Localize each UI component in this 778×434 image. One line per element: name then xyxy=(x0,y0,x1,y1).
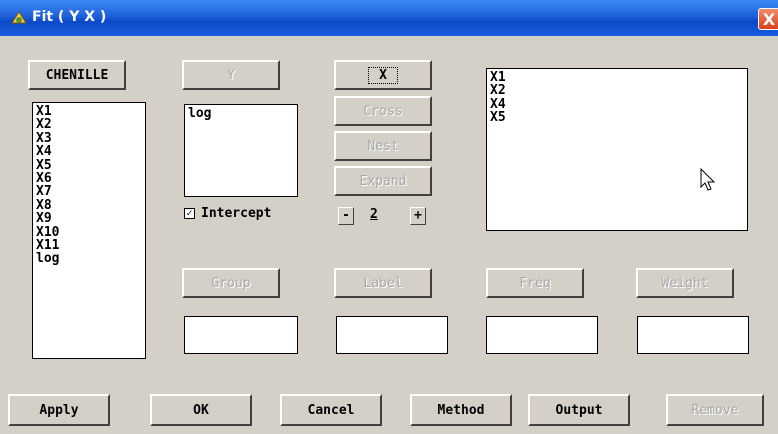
sas-app-icon xyxy=(11,11,27,24)
freq-button[interactable]: Freq xyxy=(486,268,584,298)
list-item[interactable]: X1 xyxy=(36,105,142,119)
ok-button-label: OK xyxy=(193,402,209,418)
list-item[interactable]: X3 xyxy=(36,131,142,145)
variables-list[interactable]: X1 X2 X3 X4 X5 X6 X7 X8 X9 X10 X11 log xyxy=(32,102,146,359)
y-variables-list[interactable]: log xyxy=(184,104,298,197)
list-item[interactable]: X8 xyxy=(36,198,142,212)
output-button[interactable]: Output xyxy=(528,394,630,426)
apply-button-label: Apply xyxy=(39,402,79,418)
list-item[interactable]: X6 xyxy=(36,172,142,186)
list-item[interactable]: X2 xyxy=(36,118,142,132)
intercept-label: Intercept xyxy=(201,206,272,221)
y-button-label: Y xyxy=(227,67,235,83)
intercept-checkbox-row[interactable]: ✓ Intercept xyxy=(184,206,271,221)
close-icon[interactable]: X xyxy=(758,8,778,30)
remove-button[interactable]: Remove xyxy=(666,394,764,426)
list-item[interactable]: log xyxy=(36,252,142,266)
nest-button[interactable]: Nest xyxy=(334,131,432,161)
method-button-label: Method xyxy=(437,402,485,418)
label-button[interactable]: Label xyxy=(334,268,432,298)
fit-dialog: Fit ( Y X ) X CHENILLE X1 X2 X3 X4 X5 X6… xyxy=(0,0,778,434)
list-item[interactable]: X2 xyxy=(490,84,744,98)
x-variables-list[interactable]: X1 X2 X4 X5 xyxy=(486,68,748,231)
weight-field[interactable] xyxy=(637,316,749,354)
weight-button-label: Weight xyxy=(661,275,709,291)
output-button-label: Output xyxy=(555,402,603,418)
nest-button-label: Nest xyxy=(367,138,399,154)
dataset-button[interactable]: CHENILLE xyxy=(28,60,126,90)
title-bar[interactable]: Fit ( Y X ) X xyxy=(0,0,778,36)
cancel-button[interactable]: Cancel xyxy=(280,394,382,426)
remove-button-label: Remove xyxy=(691,402,739,418)
list-item[interactable]: X9 xyxy=(36,212,142,226)
degree-value: 2 xyxy=(370,207,378,222)
group-button-label: Group xyxy=(211,275,251,291)
cross-button[interactable]: Cross xyxy=(334,96,432,126)
list-item[interactable]: log xyxy=(188,107,294,121)
list-item[interactable]: X1 xyxy=(490,71,744,85)
list-item[interactable]: X7 xyxy=(36,185,142,199)
weight-button[interactable]: Weight xyxy=(636,268,734,298)
ok-button[interactable]: OK xyxy=(150,394,252,426)
expand-button-label: Expand xyxy=(359,173,407,189)
y-button[interactable]: Y xyxy=(182,60,280,90)
list-item[interactable]: X10 xyxy=(36,225,142,239)
x-button-label: X xyxy=(368,66,398,84)
list-item[interactable]: X11 xyxy=(36,239,142,253)
list-item[interactable]: X5 xyxy=(490,111,744,125)
label-field[interactable] xyxy=(336,316,448,354)
dataset-button-label: CHENILLE xyxy=(45,67,109,83)
freq-button-label: Freq xyxy=(519,275,551,291)
degree-increase-button[interactable]: + xyxy=(410,207,426,225)
window-title: Fit ( Y X ) xyxy=(32,9,107,25)
list-item[interactable]: X4 xyxy=(36,145,142,159)
freq-field[interactable] xyxy=(486,316,598,354)
label-button-label: Label xyxy=(363,275,403,291)
group-field[interactable] xyxy=(184,316,298,354)
cross-button-label: Cross xyxy=(363,103,403,119)
method-button[interactable]: Method xyxy=(410,394,512,426)
x-button[interactable]: X xyxy=(334,60,432,90)
group-button[interactable]: Group xyxy=(182,268,280,298)
mouse-cursor-icon xyxy=(700,168,716,191)
degree-decrease-button[interactable]: - xyxy=(338,207,354,225)
intercept-checkbox[interactable]: ✓ xyxy=(184,208,195,219)
apply-button[interactable]: Apply xyxy=(8,394,110,426)
cancel-button-label: Cancel xyxy=(307,402,355,418)
expand-button[interactable]: Expand xyxy=(334,166,432,196)
list-item[interactable]: X5 xyxy=(36,158,142,172)
list-item[interactable]: X4 xyxy=(490,97,744,111)
